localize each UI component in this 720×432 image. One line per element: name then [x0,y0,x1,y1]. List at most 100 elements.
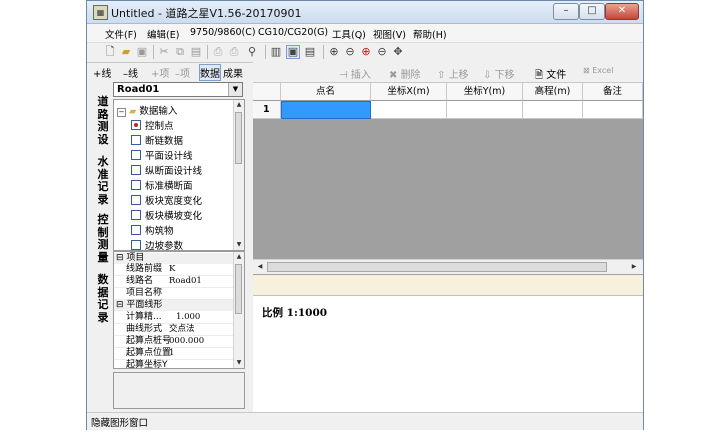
tab-road-survey[interactable]: 道路测设 [95,95,111,146]
column-header[interactable]: 坐标X(m) [371,83,447,101]
prop-group[interactable]: ⊟ 平面线形 [114,300,236,311]
table-hscrollbar[interactable]: ◀ ▶ [253,259,643,274]
print-preview-icon[interactable]: ⎙ [211,45,225,59]
tree-item[interactable]: 标准横断面 [131,178,193,192]
zoom-out-icon[interactable]: ⊖ [343,45,357,59]
move-down-button[interactable]: ⇩ 下移 [483,66,515,81]
menu-tools[interactable]: 工具(Q) [332,27,366,41]
menu-help[interactable]: 帮助(H) [413,27,447,41]
checkbox-icon[interactable] [131,240,141,250]
scroll-up-icon[interactable]: ▲ [234,252,244,262]
tab-leveling[interactable]: 水准记录 [95,155,111,206]
scroll-up-icon[interactable]: ▲ [234,100,244,110]
radio-icon[interactable] [131,120,141,130]
prop-row[interactable]: 计算精... 1.000 [114,312,236,324]
tree-item[interactable]: 纵断面设计线 [131,163,202,177]
menu-view[interactable]: 视图(V) [373,27,406,41]
paste-icon[interactable]: ▤ [189,45,203,59]
menu-cg10[interactable]: CG10/CG20(G) [258,27,328,38]
delete-item-button[interactable]: –项 [175,65,190,80]
data-tab[interactable]: 数据 [199,64,221,81]
move-up-button[interactable]: ⇧ 上移 [437,66,469,81]
chevron-down-icon[interactable]: ▼ [228,83,242,96]
maximize-button[interactable]: □ [579,3,605,20]
tree-root[interactable]: − ▰ 数据输入 [117,103,177,117]
drawing-canvas[interactable]: 比例 1:1000 [253,295,643,412]
save-icon[interactable]: ▣ [135,45,149,59]
zoom-in2-icon[interactable]: ⊕ [359,45,373,59]
add-line-button[interactable]: +线 [93,65,111,80]
table-cell[interactable] [371,101,447,119]
road-select[interactable]: Road01 ▼ [113,82,243,97]
tree-item[interactable]: 边坡参数 [131,238,183,250]
title-bar: ▦ Untitled - 道路之星V1.56-20170901 – □ ✕ [87,1,643,24]
column-header[interactable]: 高程(m) [523,83,583,101]
print-icon[interactable]: ⎙ [227,45,241,59]
checkbox-icon[interactable] [131,135,141,145]
scroll-down-icon[interactable]: ▼ [234,358,244,368]
cut-icon[interactable]: ✂ [157,45,171,59]
prop-row[interactable]: 起算坐标Y [114,360,236,368]
prop-row[interactable]: 线路前缀 K [114,264,236,276]
column-header[interactable]: 备注 [583,83,643,101]
tree-scrollbar[interactable]: ▲ ▼ [233,100,244,250]
prop-row[interactable]: 曲线形式 交点法 [114,324,236,336]
excel-button[interactable]: ⊠ Excel [583,66,613,75]
menu-file[interactable]: 文件(F) [105,27,137,41]
column-header[interactable]: 坐标Y(m) [447,83,523,101]
scroll-down-icon[interactable]: ▼ [234,240,244,250]
close-button[interactable]: ✕ [605,3,639,20]
delete-button[interactable]: ✖ 删除 [389,66,421,81]
prop-group[interactable]: ⊟ 项目 [114,253,236,264]
table-cell[interactable] [447,101,523,119]
copy-icon[interactable]: ⧉ [173,45,187,59]
insert-button[interactable]: ⊣ 插入 [339,66,371,81]
minimize-button[interactable]: – [553,3,579,20]
tree-item[interactable]: 控制点 [131,118,174,132]
checkbox-icon[interactable] [131,150,141,160]
tree-item[interactable]: 构筑物 [131,223,174,237]
row-number[interactable]: 1 [253,101,281,119]
column-header[interactable]: 点名 [281,83,371,101]
table-cell[interactable] [523,101,583,119]
menu-9750[interactable]: 9750/9860(C) [190,27,256,38]
prop-row[interactable]: 起算点桩号 000.000 [114,336,236,348]
document-icon: 🗎 [535,70,544,81]
checkbox-icon[interactable] [131,195,141,205]
view-c-icon[interactable]: ▤ [303,45,317,59]
prop-row[interactable]: 起算点位置 1 [114,348,236,360]
table-cell-selected[interactable] [281,101,371,119]
props-scrollbar[interactable]: ▲ ▼ [233,252,244,368]
delete-line-button[interactable]: –线 [123,65,138,80]
hscroll-thumb[interactable] [267,262,607,272]
result-tab[interactable]: 成果 [223,65,243,80]
checkbox-icon[interactable] [131,210,141,220]
prop-row[interactable]: 项目名称 [114,288,236,300]
open-icon[interactable]: ▰ [119,45,133,59]
scroll-right-icon[interactable]: ▶ [629,262,639,272]
menu-edit[interactable]: 编辑(E) [147,27,179,41]
checkbox-icon[interactable] [131,165,141,175]
tree-item[interactable]: 板块宽度变化 [131,193,202,207]
scroll-left-icon[interactable]: ◀ [255,262,265,272]
scroll-thumb[interactable] [235,264,242,314]
zoom-out2-icon[interactable]: ⊖ [375,45,389,59]
scroll-thumb[interactable] [235,112,242,164]
prop-row[interactable]: 线路名 Road01 [114,276,236,288]
pan-icon[interactable]: ✥ [391,45,405,59]
tab-data-record[interactable]: 数据记录 [95,273,111,324]
find-icon[interactable]: ⚲ [245,45,259,59]
view-b-icon[interactable]: ▣ [286,45,300,59]
add-item-button[interactable]: +项 [151,65,169,80]
table-cell[interactable] [583,101,643,119]
zoom-in-icon[interactable]: ⊕ [327,45,341,59]
tree-item[interactable]: 板块横坡变化 [131,208,202,222]
view-a-icon[interactable]: ▥ [269,45,283,59]
new-icon[interactable]: 🗋 [103,45,117,59]
checkbox-icon[interactable] [131,225,141,235]
tree-item[interactable]: 平面设计线 [131,148,193,162]
scale-label: 比例 1:1000 [262,307,328,319]
tab-control-survey[interactable]: 控制测量 [95,213,111,264]
tree-item[interactable]: 断链数据 [131,133,183,147]
checkbox-icon[interactable] [131,180,141,190]
